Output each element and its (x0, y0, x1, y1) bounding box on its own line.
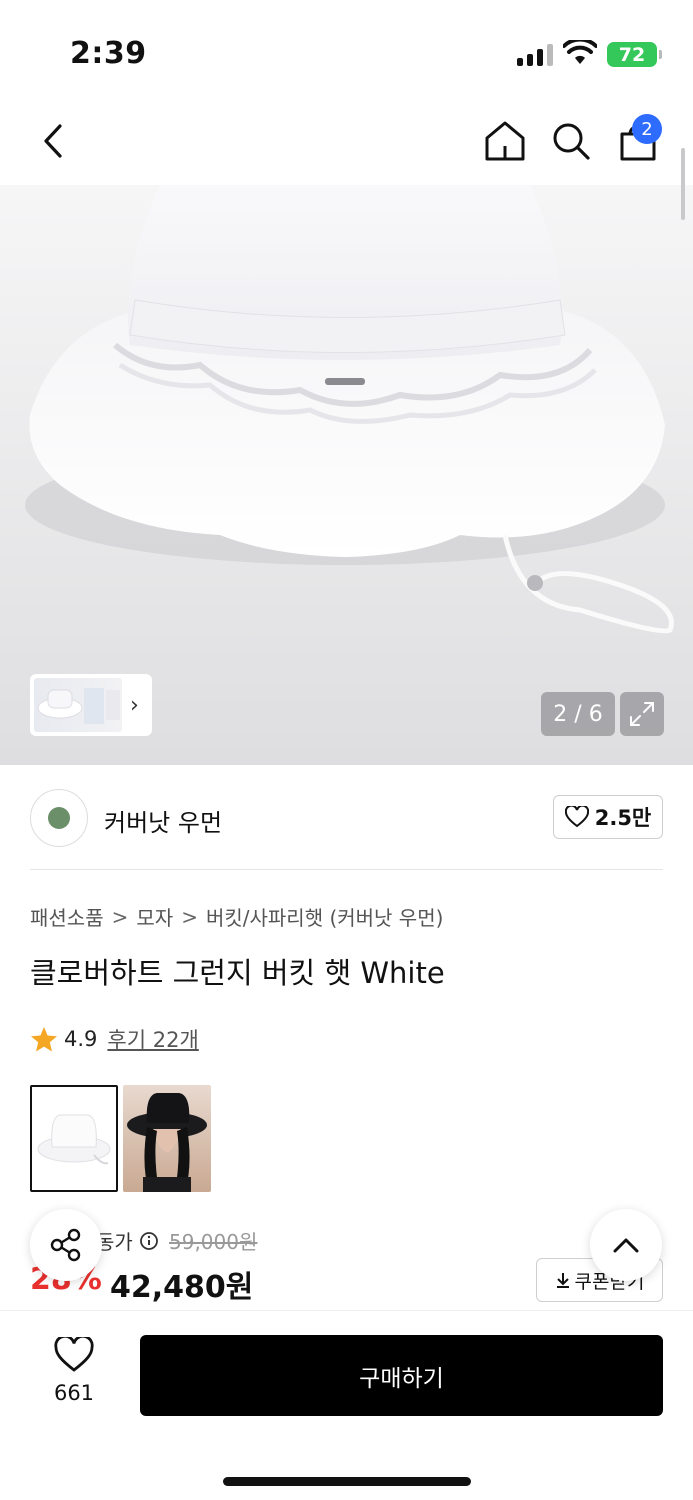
divider (30, 869, 663, 870)
share-icon (50, 1228, 81, 1262)
brand-logo[interactable] (30, 789, 88, 847)
color-options (30, 1085, 211, 1192)
cellular-signal-icon (517, 44, 553, 66)
expand-icon (630, 702, 654, 726)
price-final: 42,480원 (110, 1270, 254, 1305)
rating-value: 4.9 (64, 1027, 98, 1051)
chevron-right-icon[interactable]: › (130, 693, 139, 718)
star-icon (31, 1026, 57, 1051)
home-indicator (223, 1477, 471, 1486)
home-icon[interactable] (482, 118, 528, 164)
rating-row[interactable]: 4.9 후기 22개 (30, 1024, 199, 1054)
buy-button[interactable]: 구매하기 (140, 1335, 663, 1416)
breadcrumb: 패션소품 > 모자 > 버킷/사파리햇 (커버낫 우먼) (30, 902, 443, 931)
product-title: 클로버하트 그런지 버킷 햇 White (30, 956, 445, 990)
breadcrumb-separator: > (181, 904, 198, 929)
brand-row[interactable]: 커버낫 우먼 2.5만 (0, 785, 693, 871)
heart-icon (564, 806, 589, 828)
info-icon[interactable] (139, 1231, 159, 1251)
expand-button[interactable] (620, 692, 664, 736)
heart-icon (54, 1337, 94, 1372)
brand-logo-mark (48, 807, 70, 829)
color-option-black[interactable] (123, 1085, 211, 1192)
chevron-up-icon (613, 1238, 639, 1253)
breadcrumb-item[interactable]: 모자 (136, 902, 173, 931)
status-time: 2:39 (70, 36, 147, 71)
cart-badge: 2 (632, 114, 662, 144)
battery-indicator: 72 (607, 42, 662, 67)
scrollbar[interactable] (681, 148, 685, 220)
bottom-action-bar: 661 구매하기 (0, 1310, 693, 1500)
breadcrumb-item[interactable]: 버킷/사파리햇 (커버낫 우먼) (206, 902, 443, 931)
brand-like-count: 2.5만 (594, 806, 652, 830)
review-link[interactable]: 후기 22개 (107, 1024, 198, 1054)
breadcrumb-item[interactable]: 패션소품 (30, 902, 104, 931)
wishlist-button[interactable]: 661 (44, 1337, 104, 1407)
brand-like-button[interactable]: 2.5만 (553, 795, 663, 839)
scroll-to-top-button[interactable] (590, 1209, 662, 1281)
breadcrumb-separator: > (111, 904, 129, 929)
wifi-icon (563, 40, 597, 64)
back-icon[interactable] (34, 118, 74, 164)
color-option-white[interactable] (30, 1085, 118, 1192)
price-label[interactable]: 동가 (96, 1226, 159, 1255)
share-button[interactable] (30, 1209, 102, 1281)
battery-level: 72 (618, 43, 646, 66)
page-counter: 2 / 6 (541, 692, 615, 736)
status-bar: 2:39 72 (0, 0, 693, 100)
download-icon (556, 1273, 569, 1288)
price-original: 59,000원 (169, 1230, 258, 1254)
wishlist-count: 661 (53, 1381, 95, 1405)
brand-name[interactable]: 커버낫 우먼 (104, 803, 222, 838)
search-icon[interactable] (548, 118, 594, 164)
top-nav (0, 100, 693, 185)
image-thumbnail-strip[interactable]: › (30, 674, 152, 736)
thumbnail-image[interactable] (34, 678, 122, 732)
